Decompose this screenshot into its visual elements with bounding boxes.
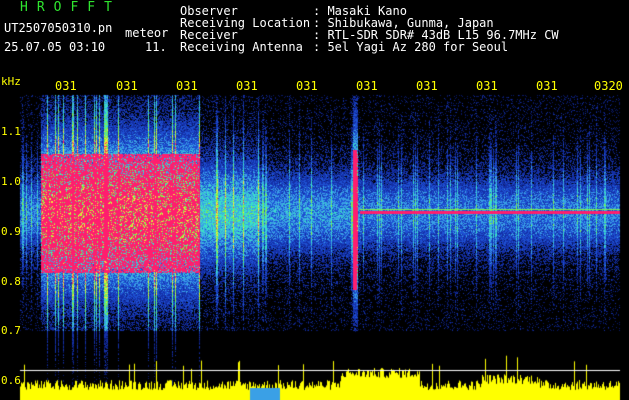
app-title: HROFFT (20, 0, 121, 15)
filename-label: UT2507050310.pn (4, 21, 113, 35)
y-tick-label: 0.7 (1, 324, 21, 337)
x-tick-label: 031 (476, 79, 498, 93)
x-tick-label: 031 (236, 79, 258, 93)
x-tick-label: 031 (55, 79, 77, 93)
info-label-antenna: Receiving Antenna (180, 40, 303, 54)
mode-tag: meteor (125, 26, 169, 40)
x-tick-label: 0320 (594, 79, 623, 93)
x-tick-label: 031 (536, 79, 558, 93)
y-tick-label: 0.9 (1, 225, 21, 238)
y-tick-label: 0.8 (1, 275, 21, 288)
x-tick-label: 031 (296, 79, 318, 93)
x-tick-label: 031 (116, 79, 138, 93)
x-tick-label: 031 (176, 79, 198, 93)
y-tick-label: 1.0 (1, 175, 21, 188)
count-label: 11. (145, 40, 167, 54)
spectrogram-canvas (0, 0, 629, 400)
x-tick-label: 031 (356, 79, 378, 93)
x-tick-label: 031 (416, 79, 438, 93)
y-tick-label: 1.1 (1, 125, 21, 138)
timestamp-label: 25.07.05 03:10 (4, 40, 106, 54)
info-value-antenna: : 5el Yagi Az 280 for Seoul (313, 40, 509, 54)
y-axis-unit: kHz (1, 75, 21, 88)
y-tick-label: 0.6 (1, 374, 21, 387)
